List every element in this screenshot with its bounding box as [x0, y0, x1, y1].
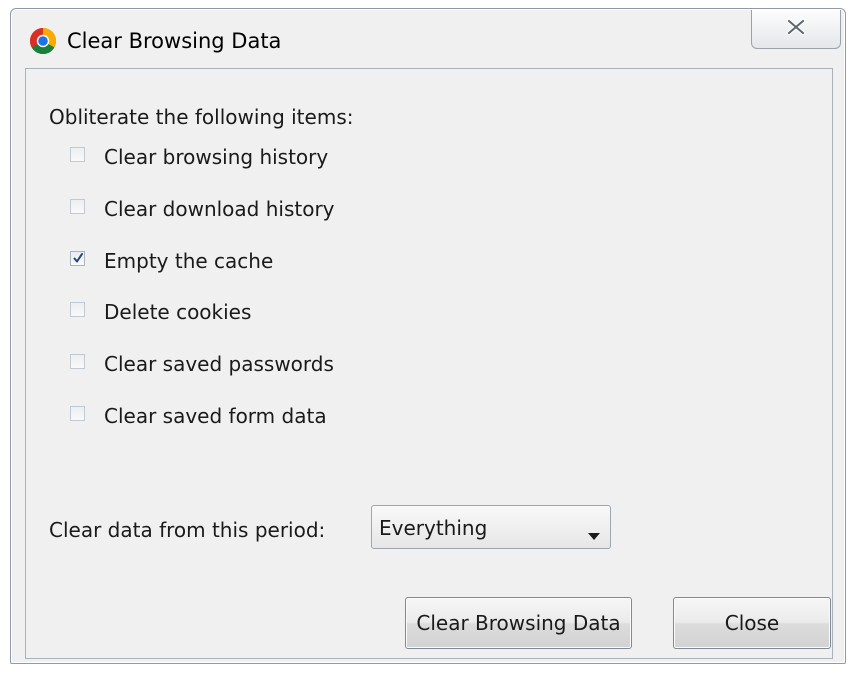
option-label: Empty the cache: [104, 249, 274, 273]
window-title: Clear Browsing Data: [67, 29, 282, 53]
checkbox-clear-browsing-history[interactable]: [70, 146, 85, 162]
option-clear-browsing-history[interactable]: Clear browsing history: [70, 142, 328, 172]
period-select[interactable]: Everything: [371, 505, 611, 549]
option-clear-saved-passwords[interactable]: Clear saved passwords: [70, 349, 334, 379]
option-delete-cookies[interactable]: Delete cookies: [70, 297, 251, 327]
close-button[interactable]: Close: [673, 597, 831, 649]
title-bar[interactable]: Clear Browsing Data: [11, 9, 845, 67]
close-icon: [785, 18, 807, 40]
chevron-down-icon: [588, 525, 600, 544]
option-clear-download-history[interactable]: Clear download history: [70, 194, 335, 224]
period-label: Clear data from this period:: [49, 518, 326, 542]
option-label: Clear browsing history: [104, 145, 329, 169]
period-select-value: Everything: [379, 516, 488, 540]
dialog-content: Obliterate the following items: Clear br…: [25, 68, 833, 659]
option-label: Delete cookies: [104, 300, 252, 324]
option-label: Clear download history: [104, 197, 335, 221]
checkbox-clear-download-history[interactable]: [70, 198, 85, 214]
window-close-button[interactable]: [751, 10, 841, 49]
chrome-logo-icon: [29, 27, 57, 55]
checkbox-clear-saved-passwords[interactable]: [70, 353, 85, 369]
checkbox-clear-saved-form-data[interactable]: [70, 405, 85, 421]
checkbox-empty-the-cache[interactable]: [70, 250, 85, 266]
option-label: Clear saved form data: [104, 404, 327, 428]
clear-browsing-data-dialog: Clear Browsing Data Obliterate the follo…: [10, 8, 846, 664]
option-clear-saved-form-data[interactable]: Clear saved form data: [70, 401, 327, 431]
option-empty-the-cache[interactable]: Empty the cache: [70, 246, 273, 276]
option-label: Clear saved passwords: [104, 352, 334, 376]
clear-browsing-data-button[interactable]: Clear Browsing Data: [405, 597, 632, 649]
checkmark-icon: [73, 252, 83, 262]
dialog-heading: Obliterate the following items:: [49, 105, 354, 129]
checkbox-delete-cookies[interactable]: [70, 301, 85, 317]
